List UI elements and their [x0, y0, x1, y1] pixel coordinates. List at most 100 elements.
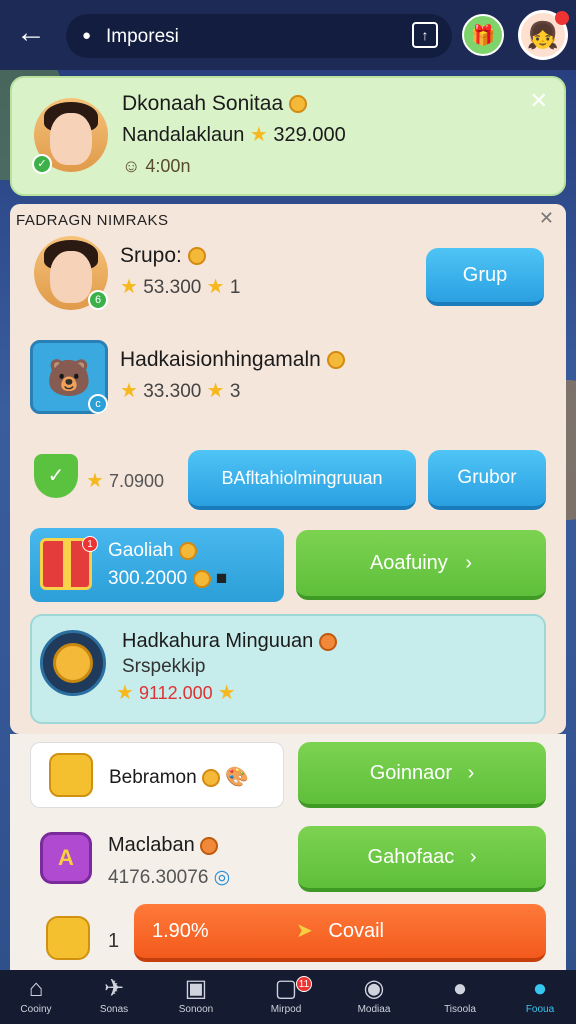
chevron-right-icon: › [469, 846, 477, 868]
row2-suffix: 3 [229, 381, 241, 402]
item3-label: 1 [108, 930, 120, 952]
row2-value: 33.300 [143, 381, 202, 402]
target-icon: ◎ [213, 867, 231, 888]
row1-suffix: 1 [229, 277, 241, 298]
profile-name-text: Dkonaah Sonitaa [122, 92, 284, 115]
profile-points: 329.000 [273, 124, 346, 146]
panel-close-icon[interactable]: ✕ [539, 208, 554, 229]
profile-timer: 4:00n [145, 156, 191, 176]
arrow-right-icon: ➤ [296, 920, 313, 942]
coin-icon [288, 95, 307, 114]
nav-label: Mirpod [270, 1004, 302, 1015]
nav-chat[interactable]: ◉ Modiaa [338, 974, 410, 1015]
profile-card[interactable]: ✓ Dkonaah Sonitaa Nandalaklaun ★ 329.000… [10, 76, 566, 196]
message-icon: ● [452, 975, 468, 1002]
coin-icon [187, 247, 206, 266]
weekly-value-row: ★ 9112.000 ★ [116, 680, 236, 705]
item2-value-row: 4176.30076 ◎ [108, 866, 230, 889]
row1-value-row: ★ 53.300 ★ 1 [120, 274, 240, 299]
globe-icon: ● [532, 975, 548, 1002]
gift-title: Gaoliah [108, 540, 174, 561]
row1-title: Srupo: [120, 244, 182, 267]
nav-label: Cooiny [20, 1004, 52, 1015]
item1-card[interactable]: Bebramon 🎨 [30, 742, 284, 808]
item1-title-row: Bebramon 🎨 [109, 765, 249, 789]
convert-button[interactable]: 1.90% ➤ Covail [134, 904, 546, 962]
row3-value-row: ★ 7.0900 [86, 468, 164, 493]
chevron-right-icon: › [465, 552, 473, 574]
medal-icon [40, 630, 106, 696]
convert-percent: 1.90% [152, 920, 209, 942]
star-icon: ★ [206, 380, 225, 402]
nav-message[interactable]: ● Tisoola [424, 974, 496, 1015]
top-bar: ← ● Imporesi ↑ 🎁 👧 [0, 0, 576, 70]
item2-button-label: Gahofaac [367, 846, 455, 868]
gift-title-row: Gaoliah [108, 540, 197, 562]
row2-value-row: ★ 33.300 ★ 3 [120, 378, 240, 403]
lock-icon: ● [82, 27, 92, 44]
star-icon: ★ [120, 276, 138, 298]
star-badge-icon [46, 916, 90, 960]
back-arrow-icon[interactable]: ← [14, 18, 48, 52]
nav-video[interactable]: ▢ 11 Mirpod [250, 974, 322, 1015]
item2-button[interactable]: Gahofaac › [298, 826, 546, 892]
hexagon-icon: A [40, 832, 92, 884]
plane-icon: ✈ [103, 975, 125, 1002]
coin-icon [201, 768, 220, 787]
profile-subtitle-row: Nandalaklaun ★ 329.000 [122, 122, 346, 147]
star-icon: ★ [206, 276, 225, 298]
avatar[interactable]: 👧 [518, 10, 569, 60]
convert-label: Covail [328, 920, 384, 942]
smile-icon: ☺ [122, 156, 141, 176]
avatar-face-icon: 👧 [526, 20, 560, 50]
nav-plane[interactable]: ✈ Sonas [78, 974, 150, 1015]
weekly-card[interactable]: Hadkahura Minguuan Srspekkip ★ 9112.000 … [30, 614, 546, 724]
badge-icon [49, 753, 93, 797]
coin-icon [178, 541, 197, 560]
item2-value: 4176.30076 [108, 867, 209, 888]
row2-badge-icon: c [88, 394, 108, 414]
online-badge-icon: ✓ [32, 154, 52, 174]
row2-title: Hadkaisionhingamaln [120, 348, 321, 371]
profile-name: Dkonaah Sonitaa [122, 92, 307, 116]
weekly-value: 9112.000 [138, 683, 213, 703]
coin-icon [192, 569, 211, 588]
star-icon: ★ [217, 682, 236, 704]
nav-shop[interactable]: ▣ Sonoon [160, 974, 232, 1015]
shield-icon: ✓ [34, 454, 78, 498]
chat-icon: ◉ [363, 975, 385, 1002]
notification-dot [555, 11, 569, 25]
gift-card[interactable]: 1 Gaoliah 300.2000 ■ [30, 528, 284, 602]
star-icon: ★ [120, 380, 138, 402]
claim-button[interactable]: Aoafuiny › [296, 530, 546, 600]
gift-value-row: 300.2000 ■ [108, 568, 227, 590]
close-icon[interactable]: ✕ [530, 88, 548, 114]
gift-badge: 1 [82, 536, 98, 552]
star-icon: ★ [249, 124, 268, 146]
group-button[interactable]: Grup [426, 248, 544, 306]
nav-label: Modiaa [357, 1004, 391, 1015]
row1-value: 53.300 [143, 277, 202, 298]
item1-title: Bebramon [109, 767, 197, 788]
star-icon: ★ [86, 470, 104, 492]
coin-icon [200, 836, 219, 855]
row2-title-row: Hadkaisionhingamaln [120, 348, 345, 372]
grubor-button[interactable]: Grubor [428, 450, 546, 510]
profile-subtitle: Nandalaklaun [122, 124, 245, 146]
coin-icon [318, 632, 337, 651]
gift-icon[interactable]: 🎁 [462, 14, 504, 56]
item1-button[interactable]: Goinnaor › [298, 742, 546, 808]
nav-globe[interactable]: ● Fooua [504, 974, 576, 1015]
star-icon: ★ [116, 682, 134, 704]
weekly-title: Hadkahura Minguuan [122, 630, 314, 652]
nav-home[interactable]: ⌂ Cooiny [0, 974, 72, 1015]
bottom-nav: ⌂ Cooiny ✈ Sonas ▣ Sonoon ▢ 11 Mirpod ◉ … [0, 970, 576, 1024]
weekly-mission-button[interactable]: BAfltahiolmingruuan [188, 450, 416, 510]
search-bar[interactable]: ● Imporesi ↑ [66, 14, 452, 58]
claim-button-label: Aoafuiny [369, 552, 448, 574]
video-icon: ▢ [274, 975, 298, 1002]
share-icon[interactable]: ↑ [412, 22, 438, 48]
row3-value: 7.0900 [108, 471, 165, 491]
nav-badge: 11 [296, 976, 312, 992]
profile-timer-row: ☺ 4:00n [122, 156, 190, 177]
